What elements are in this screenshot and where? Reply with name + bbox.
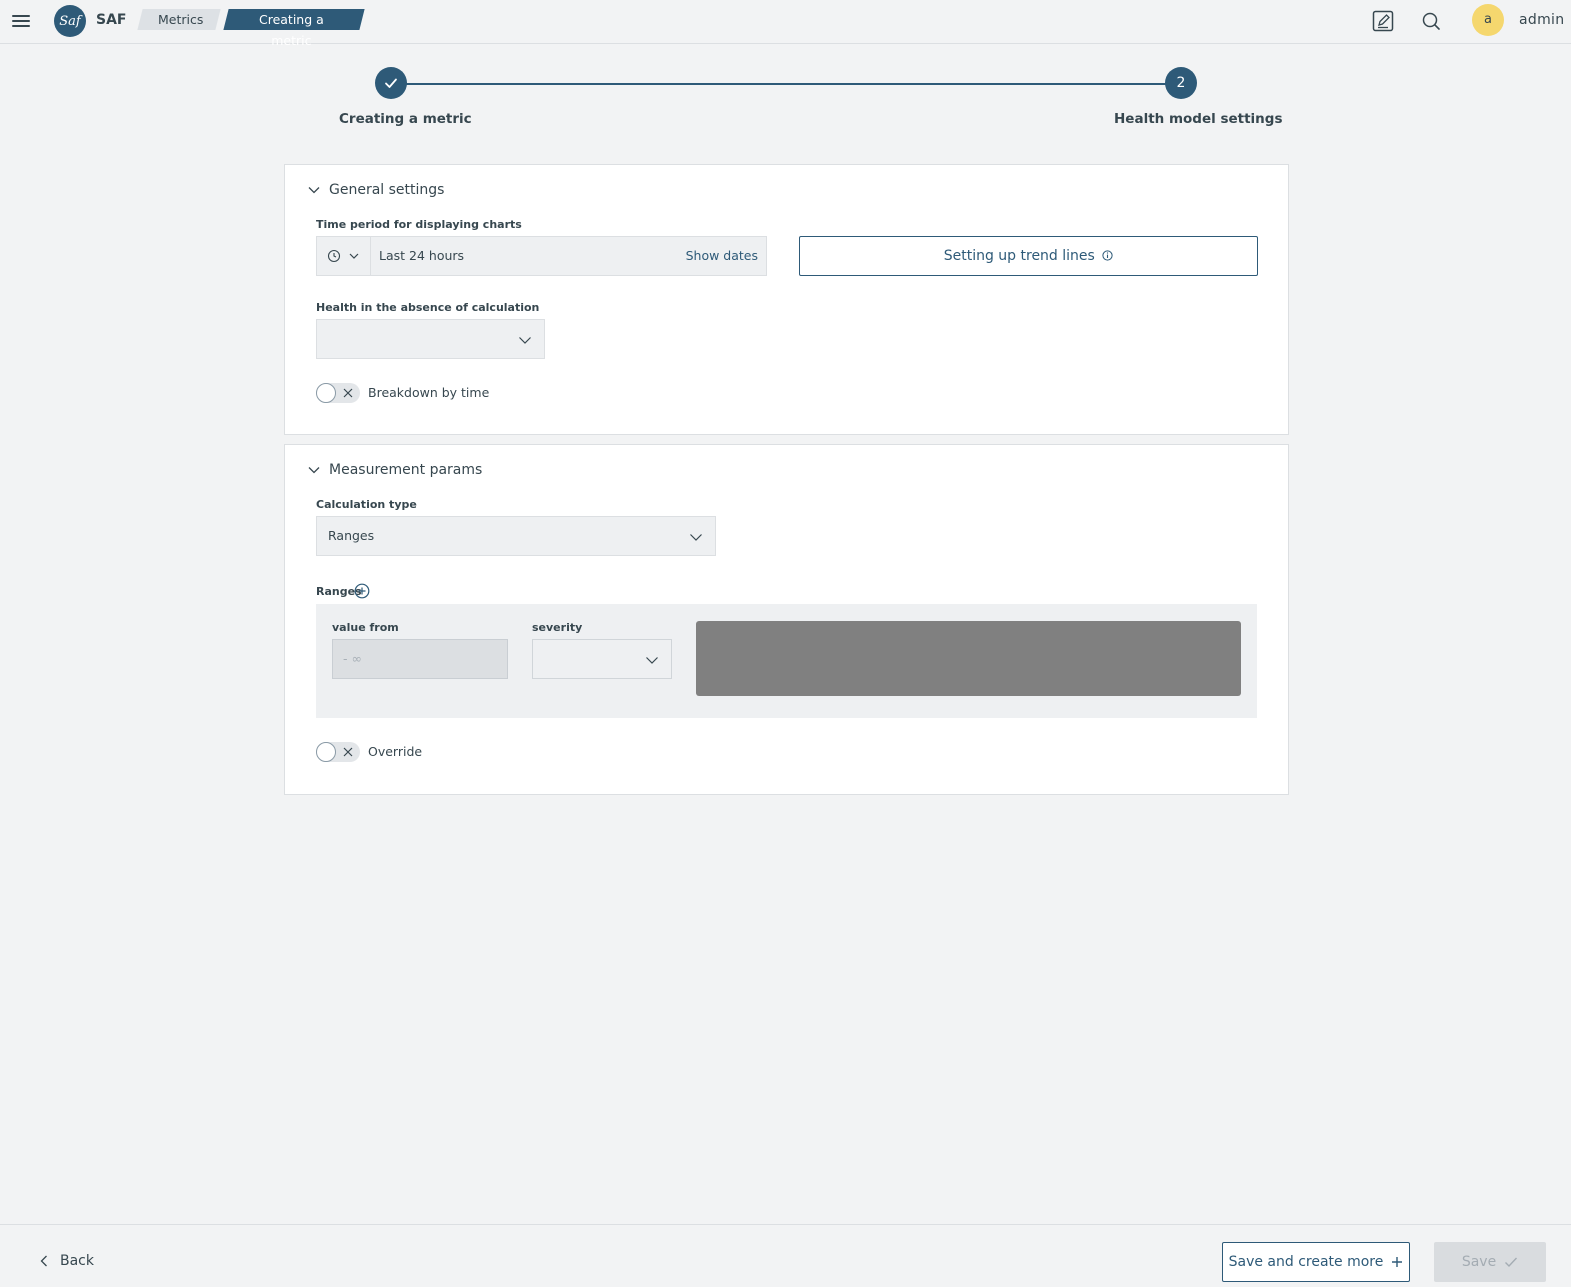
user-avatar[interactable]: a — [1472, 4, 1504, 36]
time-preset-dropdown[interactable] — [317, 237, 371, 275]
calc-type-select[interactable]: Ranges — [316, 516, 716, 556]
footer-bar: Back Save and create more Save — [0, 1224, 1571, 1287]
stepper-line — [400, 83, 1175, 85]
clock-icon — [327, 249, 341, 263]
severity-select[interactable] — [532, 639, 672, 679]
severity-label: severity — [532, 621, 583, 634]
step-2-label: Health model settings — [1114, 111, 1283, 127]
value-from-input: - ∞ — [332, 639, 508, 679]
general-settings-header[interactable]: General settings — [307, 182, 444, 198]
general-settings-card: General settings Time period for display… — [284, 164, 1289, 435]
override-label: Override — [368, 744, 423, 759]
ranges-panel: value from - ∞ severity — [316, 604, 1257, 718]
calc-type-label: Calculation type — [316, 498, 417, 511]
chevron-left-icon — [40, 1255, 47, 1267]
breakdown-toggle[interactable] — [316, 383, 360, 403]
measurement-params-header[interactable]: Measurement params — [307, 462, 482, 478]
plus-icon — [1392, 1257, 1403, 1267]
save-label: Save — [1461, 1254, 1497, 1270]
breadcrumb-metrics[interactable]: Metrics — [137, 9, 221, 30]
measurement-params-title: Measurement params — [329, 462, 483, 478]
range-color-swatch[interactable] — [696, 621, 1241, 696]
trend-lines-button[interactable]: Setting up trend lines — [799, 236, 1258, 276]
time-period-label: Time period for displaying charts — [316, 218, 522, 231]
check-icon — [1505, 1257, 1518, 1268]
toggle-knob — [316, 383, 336, 403]
chevron-down-icon — [308, 467, 320, 474]
save-and-create-more-button[interactable]: Save and create more — [1222, 1242, 1410, 1282]
show-dates-link[interactable]: Show dates — [686, 248, 758, 263]
health-absence-label: Health in the absence of calculation — [316, 301, 540, 314]
app-name: SAF — [96, 12, 127, 28]
back-button[interactable]: Back — [40, 1253, 94, 1269]
toggle-knob — [316, 742, 336, 762]
user-name[interactable]: admin — [1519, 12, 1564, 28]
step-1-label: Creating a metric — [339, 111, 472, 127]
chevron-down-icon — [308, 187, 320, 194]
save-button[interactable]: Save — [1434, 1242, 1546, 1282]
value-from-label: value from — [332, 621, 399, 634]
chevron-down-icon — [349, 253, 359, 259]
edit-note-icon[interactable] — [1372, 10, 1394, 32]
check-icon — [385, 78, 397, 88]
save-more-label: Save and create more — [1228, 1254, 1384, 1270]
add-range-icon[interactable] — [354, 583, 370, 599]
close-icon — [343, 388, 353, 398]
time-period-value: Last 24 hours — [379, 248, 465, 263]
time-period-picker[interactable]: Last 24 hours Show dates — [316, 236, 767, 276]
health-absence-select[interactable] — [316, 319, 545, 359]
step-2-active: 2 — [1165, 67, 1197, 99]
back-label: Back — [60, 1253, 94, 1269]
chevron-down-icon — [646, 657, 658, 664]
breakdown-label: Breakdown by time — [368, 385, 490, 400]
override-toggle[interactable] — [316, 742, 360, 762]
calc-type-value: Ranges — [328, 528, 375, 543]
step-1-done — [375, 67, 407, 99]
search-icon[interactable] — [1420, 10, 1442, 32]
info-icon — [1102, 250, 1113, 261]
top-bar: Saf SAF Metrics Creating a metric a admi… — [0, 0, 1571, 48]
breadcrumb-creating-metric: Creating a metric — [223, 9, 365, 48]
chevron-down-icon — [690, 534, 702, 541]
chevron-down-icon — [519, 337, 531, 344]
app-logo[interactable]: Saf — [54, 5, 86, 37]
measurement-params-card: Measurement params Calculation type Rang… — [284, 444, 1289, 795]
trend-lines-label: Setting up trend lines — [943, 248, 1095, 264]
general-settings-title: General settings — [329, 182, 445, 198]
menu-icon[interactable] — [12, 12, 30, 30]
close-icon — [343, 747, 353, 757]
